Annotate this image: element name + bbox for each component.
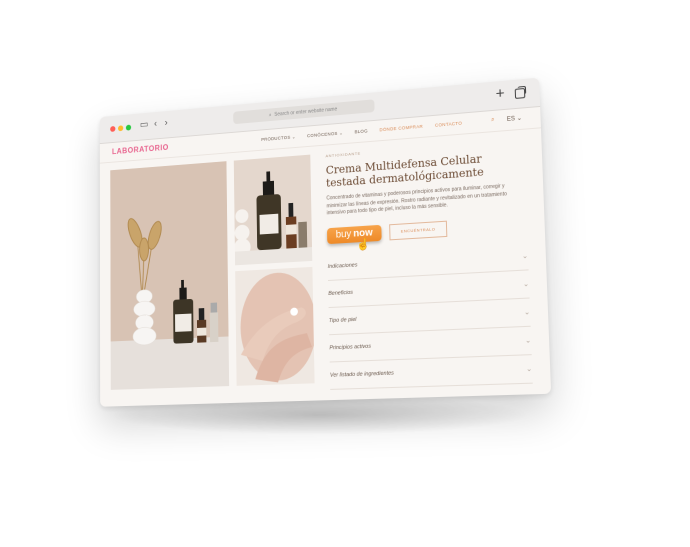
accordion-label: Ver listado de ingredientes bbox=[329, 369, 394, 379]
accordion-label: Tipo de piel bbox=[328, 316, 357, 324]
accordion-label: Principios activos bbox=[329, 343, 372, 351]
chevron-down-icon: ⌄ bbox=[522, 280, 530, 288]
hand-cursor-icon: ☝ bbox=[356, 238, 370, 251]
back-icon[interactable]: ‹ bbox=[154, 119, 157, 131]
product-page: ANTIOXIDANTE Crema Multidefensa Celular … bbox=[100, 128, 551, 406]
menu-item-donde-comprar[interactable]: DÓNDE COMPRAR bbox=[379, 124, 423, 134]
buy-now-label-buy: buy bbox=[335, 228, 352, 241]
minimize-window-button[interactable] bbox=[117, 125, 124, 132]
product-application-image bbox=[235, 266, 315, 386]
sidebar-icon[interactable]: ▭ bbox=[140, 119, 148, 131]
search-icon[interactable]: ⌕ bbox=[491, 117, 495, 124]
product-details: ANTIOXIDANTE Crema Multidefensa Celular … bbox=[325, 138, 533, 390]
accordion-label: Beneficios bbox=[328, 289, 353, 297]
chevron-down-icon: ⌄ bbox=[521, 252, 529, 260]
chevron-down-icon: ⌄ bbox=[523, 308, 531, 317]
site-logo[interactable]: LABORATORIO bbox=[112, 143, 169, 156]
tabs-icon[interactable] bbox=[514, 87, 526, 99]
product-bottle-image bbox=[233, 154, 313, 266]
product-lifestyle-image bbox=[110, 161, 230, 390]
search-icon: ⌕ bbox=[268, 111, 272, 118]
menu-item-contacto[interactable]: CONTACTO bbox=[435, 121, 462, 129]
forward-icon[interactable]: › bbox=[165, 118, 168, 130]
address-bar[interactable]: ⌕ Search or enter website name bbox=[233, 99, 375, 125]
product-accordion: Indicaciones ⌄ Beneficios ⌄ Tipo de piel… bbox=[327, 241, 533, 390]
find-store-button[interactable]: ENCUÉNTRALO bbox=[389, 220, 448, 240]
buy-now-button[interactable]: buy now ☝ bbox=[326, 224, 382, 251]
chevron-down-icon: ⌄ bbox=[524, 336, 532, 345]
stage: ▭ ‹ › ⌕ Search or enter website name + L… bbox=[0, 0, 690, 547]
nav-icons: ⌕ ES ⌄ bbox=[491, 115, 522, 125]
chevron-down-icon: ⌄ bbox=[525, 365, 533, 373]
close-window-button[interactable] bbox=[110, 125, 116, 132]
menu-item-conocenos[interactable]: CONÓCENOS ⌄ bbox=[307, 130, 343, 139]
accordion-label: Indicaciones bbox=[327, 261, 358, 270]
menu-item-blog[interactable]: BLOG bbox=[355, 128, 368, 135]
product-actions: buy now ☝ ENCUÉNTRALO bbox=[326, 215, 527, 251]
language-selector[interactable]: ES ⌄ bbox=[507, 115, 522, 123]
plus-icon[interactable]: + bbox=[495, 85, 505, 103]
menu-item-productos[interactable]: PRODUCTOS ⌄ bbox=[261, 134, 296, 143]
address-placeholder: Search or enter website name bbox=[274, 105, 338, 118]
browser-window: ▭ ‹ › ⌕ Search or enter website name + L… bbox=[99, 77, 552, 407]
maximize-window-button[interactable] bbox=[125, 124, 132, 131]
